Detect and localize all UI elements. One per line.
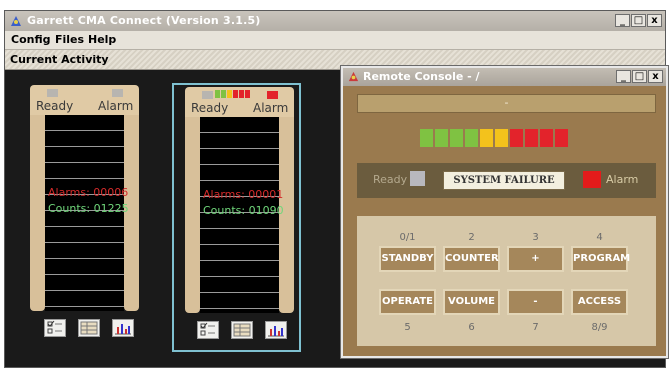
key-number: 8/9 [591,322,608,333]
left-post [185,117,200,313]
menu-files[interactable]: Files [55,33,84,46]
window-title: Garrett CMA Connect (Version 3.1.5) [27,14,261,27]
checklist-icon[interactable] [44,319,66,337]
close-button[interactable]: x [648,70,663,83]
ready-label: Ready [191,101,229,115]
maximize-button[interactable]: □ [631,14,646,27]
status-message: SYSTEM FAILURE [443,171,565,190]
console-display: - [357,94,656,113]
alarm-indicator [583,171,601,188]
minimize-button[interactable]: _ [616,70,631,83]
menu-bar: Config Files Help [5,31,665,50]
access-button[interactable]: ACCESS [571,289,628,315]
signal-led-bar [420,129,568,147]
detector-head: Ready Alarm [30,85,139,115]
counts-count: Counts: 01225 [48,202,129,215]
key-number: 4 [596,232,603,243]
app-icon [348,71,359,82]
remote-console-title: Remote Console - / [363,70,480,83]
remote-console-body: - Ready SYSTEM FAILURE Alarm 0/1 2 3 4 S… [343,86,666,356]
standby-button[interactable]: STANDBY [379,246,436,272]
title-bar[interactable]: Garrett CMA Connect (Version 3.1.5) _ □ … [5,11,665,31]
key-number: 7 [532,322,539,333]
ready-label: Ready [373,173,408,186]
chart-icon[interactable] [265,321,287,339]
panel-toolbar [44,319,134,337]
left-post [30,115,45,311]
chart-icon[interactable] [112,319,134,337]
app-icon [11,16,21,26]
alarm-led [112,89,123,97]
alarms-count: Alarms: 00006 [48,186,129,199]
key-number: 3 [532,232,539,243]
detector-head: Ready Alarm [185,87,294,117]
maximize-button[interactable]: □ [632,70,647,83]
alarms-count: Alarms: 00001 [203,188,284,201]
menu-help[interactable]: Help [88,33,116,46]
volume-button[interactable]: VOLUME [443,289,500,315]
ledger-icon[interactable] [231,321,253,339]
alarm-label: Alarm [98,99,134,113]
keypad: 0/1 2 3 4 STANDBY COUNTER + PROGRAM OPER… [357,216,656,346]
section-title: Current Activity [10,53,109,66]
ready-indicator [410,171,425,186]
ready-label: Ready [36,99,74,113]
alarm-label: Alarm [253,101,289,115]
ready-led [202,91,213,99]
key-number: 2 [468,232,475,243]
remote-console-window: Remote Console - / _ □ x - Ready SYSTEM … [341,66,668,358]
window-controls: _ □ x [616,70,663,83]
program-button[interactable]: PROGRAM [571,246,630,272]
walkthrough-panel-1[interactable]: Ready Alarm Alarms: 00006 Counts: 01225 [19,83,148,352]
counter-button[interactable]: COUNTER [443,246,500,272]
ready-led [47,89,58,97]
panel-toolbar [197,321,287,339]
minus-button[interactable]: - [507,289,564,315]
remote-console-title-bar[interactable]: Remote Console - / _ □ x [343,68,666,86]
operate-button[interactable]: OPERATE [379,289,436,315]
plus-button[interactable]: + [507,246,564,272]
menu-config[interactable]: Config [11,33,51,46]
key-number: 0/1 [399,232,416,243]
console-display-text: - [504,96,509,109]
ledger-icon[interactable] [78,319,100,337]
minimize-button[interactable]: _ [615,14,630,27]
alarm-label: Alarm [606,173,639,186]
detector-graphic: Ready Alarm Alarms: 00006 Counts: 01225 [30,85,139,311]
key-number: 6 [468,322,475,333]
walkthrough-panel-2[interactable]: Ready Alarm Alarms: 00001 Counts: 01090 [172,83,301,352]
key-number: 5 [404,322,411,333]
signal-led-bar [215,90,250,98]
counts-count: Counts: 01090 [203,204,284,217]
alarm-led [267,91,278,99]
status-strip: Ready SYSTEM FAILURE Alarm [357,163,656,198]
close-button[interactable]: x [647,14,662,27]
window-controls: _ □ x [615,14,662,27]
checklist-icon[interactable] [197,321,219,339]
detector-graphic: Ready Alarm Alarms: 00001 Counts: 01090 [185,87,294,313]
